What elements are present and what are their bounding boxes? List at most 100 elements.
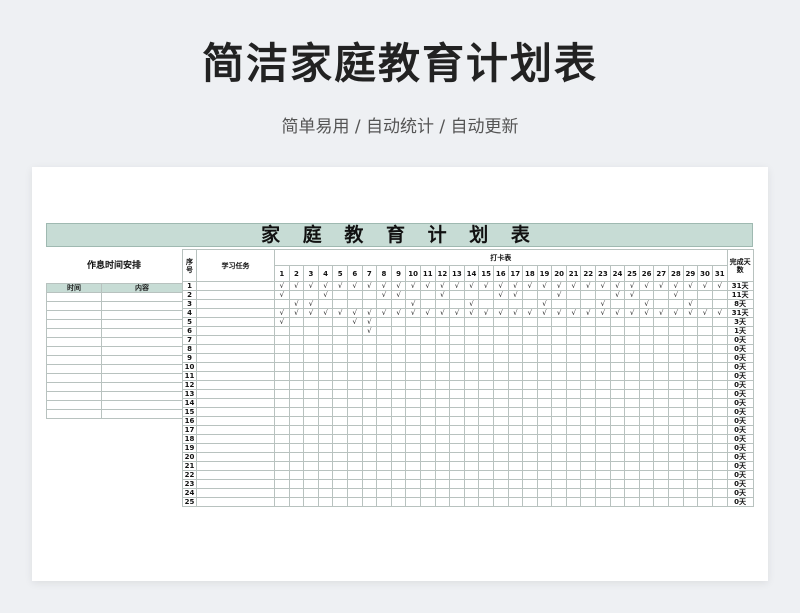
checkin-cell[interactable] <box>682 452 699 462</box>
schedule-content-cell[interactable] <box>101 382 183 392</box>
checkin-cell[interactable] <box>449 416 465 426</box>
checkin-cell[interactable] <box>449 362 465 372</box>
checkin-cell[interactable]: √ <box>478 308 494 318</box>
task-cell[interactable] <box>196 326 275 336</box>
checkin-cell[interactable] <box>711 326 728 336</box>
checkin-cell[interactable] <box>551 416 567 426</box>
checkin-cell[interactable] <box>390 317 407 327</box>
checkin-cell[interactable] <box>682 470 699 480</box>
checkin-cell[interactable] <box>522 344 538 354</box>
checkin-cell[interactable] <box>507 317 524 327</box>
checkin-cell[interactable] <box>463 452 480 462</box>
task-cell[interactable] <box>196 380 275 390</box>
checkin-cell[interactable] <box>303 317 319 327</box>
checkin-cell[interactable] <box>405 434 421 444</box>
checkin-cell[interactable] <box>580 362 597 372</box>
checkin-cell[interactable] <box>274 353 290 363</box>
checkin-cell[interactable] <box>317 344 334 354</box>
checkin-cell[interactable] <box>419 389 436 399</box>
checkin-cell[interactable] <box>463 362 480 372</box>
checkin-cell[interactable] <box>595 407 611 417</box>
checkin-cell[interactable] <box>609 344 626 354</box>
checkin-cell[interactable] <box>303 335 319 345</box>
checkin-cell[interactable] <box>332 398 348 408</box>
checkin-cell[interactable] <box>580 416 597 426</box>
checkin-cell[interactable] <box>478 290 494 300</box>
checkin-cell[interactable]: √ <box>697 281 713 291</box>
checkin-cell[interactable] <box>653 326 670 336</box>
checkin-cell[interactable] <box>682 416 699 426</box>
checkin-cell[interactable] <box>697 434 713 444</box>
checkin-cell[interactable] <box>565 425 582 435</box>
checkin-cell[interactable] <box>565 389 582 399</box>
checkin-cell[interactable] <box>332 434 348 444</box>
checkin-cell[interactable] <box>551 470 567 480</box>
checkin-cell[interactable] <box>288 344 305 354</box>
checkin-cell[interactable] <box>346 398 363 408</box>
checkin-cell[interactable] <box>595 344 611 354</box>
checkin-cell[interactable] <box>595 353 611 363</box>
checkin-cell[interactable] <box>609 452 626 462</box>
checkin-cell[interactable] <box>609 497 626 507</box>
checkin-cell[interactable] <box>580 344 597 354</box>
checkin-cell[interactable] <box>390 299 407 309</box>
checkin-cell[interactable] <box>317 371 334 381</box>
checkin-cell[interactable] <box>434 434 451 444</box>
checkin-cell[interactable] <box>463 335 480 345</box>
checkin-cell[interactable] <box>507 344 524 354</box>
checkin-cell[interactable] <box>536 425 553 435</box>
checkin-cell[interactable] <box>638 479 655 489</box>
checkin-cell[interactable] <box>653 443 670 453</box>
checkin-cell[interactable] <box>492 317 509 327</box>
checkin-cell[interactable]: √ <box>682 299 699 309</box>
checkin-cell[interactable]: √ <box>668 281 684 291</box>
checkin-cell[interactable]: √ <box>638 308 655 318</box>
checkin-cell[interactable] <box>507 425 524 435</box>
checkin-cell[interactable] <box>638 344 655 354</box>
checkin-cell[interactable] <box>536 362 553 372</box>
checkin-cell[interactable] <box>609 434 626 444</box>
checkin-cell[interactable] <box>317 407 334 417</box>
checkin-cell[interactable] <box>434 362 451 372</box>
checkin-cell[interactable] <box>711 317 728 327</box>
checkin-cell[interactable] <box>274 488 290 498</box>
checkin-cell[interactable] <box>522 389 538 399</box>
checkin-cell[interactable] <box>288 290 305 300</box>
checkin-cell[interactable] <box>668 470 684 480</box>
checkin-cell[interactable] <box>624 497 640 507</box>
checkin-cell[interactable] <box>376 425 392 435</box>
checkin-cell[interactable] <box>361 497 378 507</box>
checkin-cell[interactable] <box>419 479 436 489</box>
checkin-cell[interactable] <box>303 371 319 381</box>
checkin-cell[interactable] <box>653 434 670 444</box>
checkin-cell[interactable] <box>303 497 319 507</box>
checkin-cell[interactable] <box>288 461 305 471</box>
checkin-cell[interactable] <box>492 344 509 354</box>
checkin-cell[interactable] <box>536 416 553 426</box>
checkin-cell[interactable] <box>434 470 451 480</box>
checkin-cell[interactable] <box>346 470 363 480</box>
checkin-cell[interactable] <box>288 479 305 489</box>
checkin-cell[interactable] <box>317 380 334 390</box>
checkin-cell[interactable]: √ <box>507 290 524 300</box>
checkin-cell[interactable] <box>463 371 480 381</box>
checkin-cell[interactable] <box>390 362 407 372</box>
checkin-cell[interactable]: √ <box>361 308 378 318</box>
checkin-cell[interactable] <box>624 398 640 408</box>
checkin-cell[interactable] <box>288 398 305 408</box>
checkin-cell[interactable] <box>653 371 670 381</box>
checkin-cell[interactable] <box>609 317 626 327</box>
checkin-cell[interactable]: √ <box>609 290 626 300</box>
checkin-cell[interactable] <box>434 389 451 399</box>
checkin-cell[interactable] <box>697 299 713 309</box>
checkin-cell[interactable] <box>536 443 553 453</box>
checkin-cell[interactable] <box>595 335 611 345</box>
checkin-cell[interactable] <box>536 335 553 345</box>
checkin-cell[interactable]: √ <box>551 308 567 318</box>
checkin-cell[interactable] <box>565 470 582 480</box>
checkin-cell[interactable]: √ <box>507 281 524 291</box>
checkin-cell[interactable] <box>624 317 640 327</box>
checkin-cell[interactable] <box>595 461 611 471</box>
checkin-cell[interactable] <box>376 407 392 417</box>
checkin-cell[interactable] <box>361 353 378 363</box>
